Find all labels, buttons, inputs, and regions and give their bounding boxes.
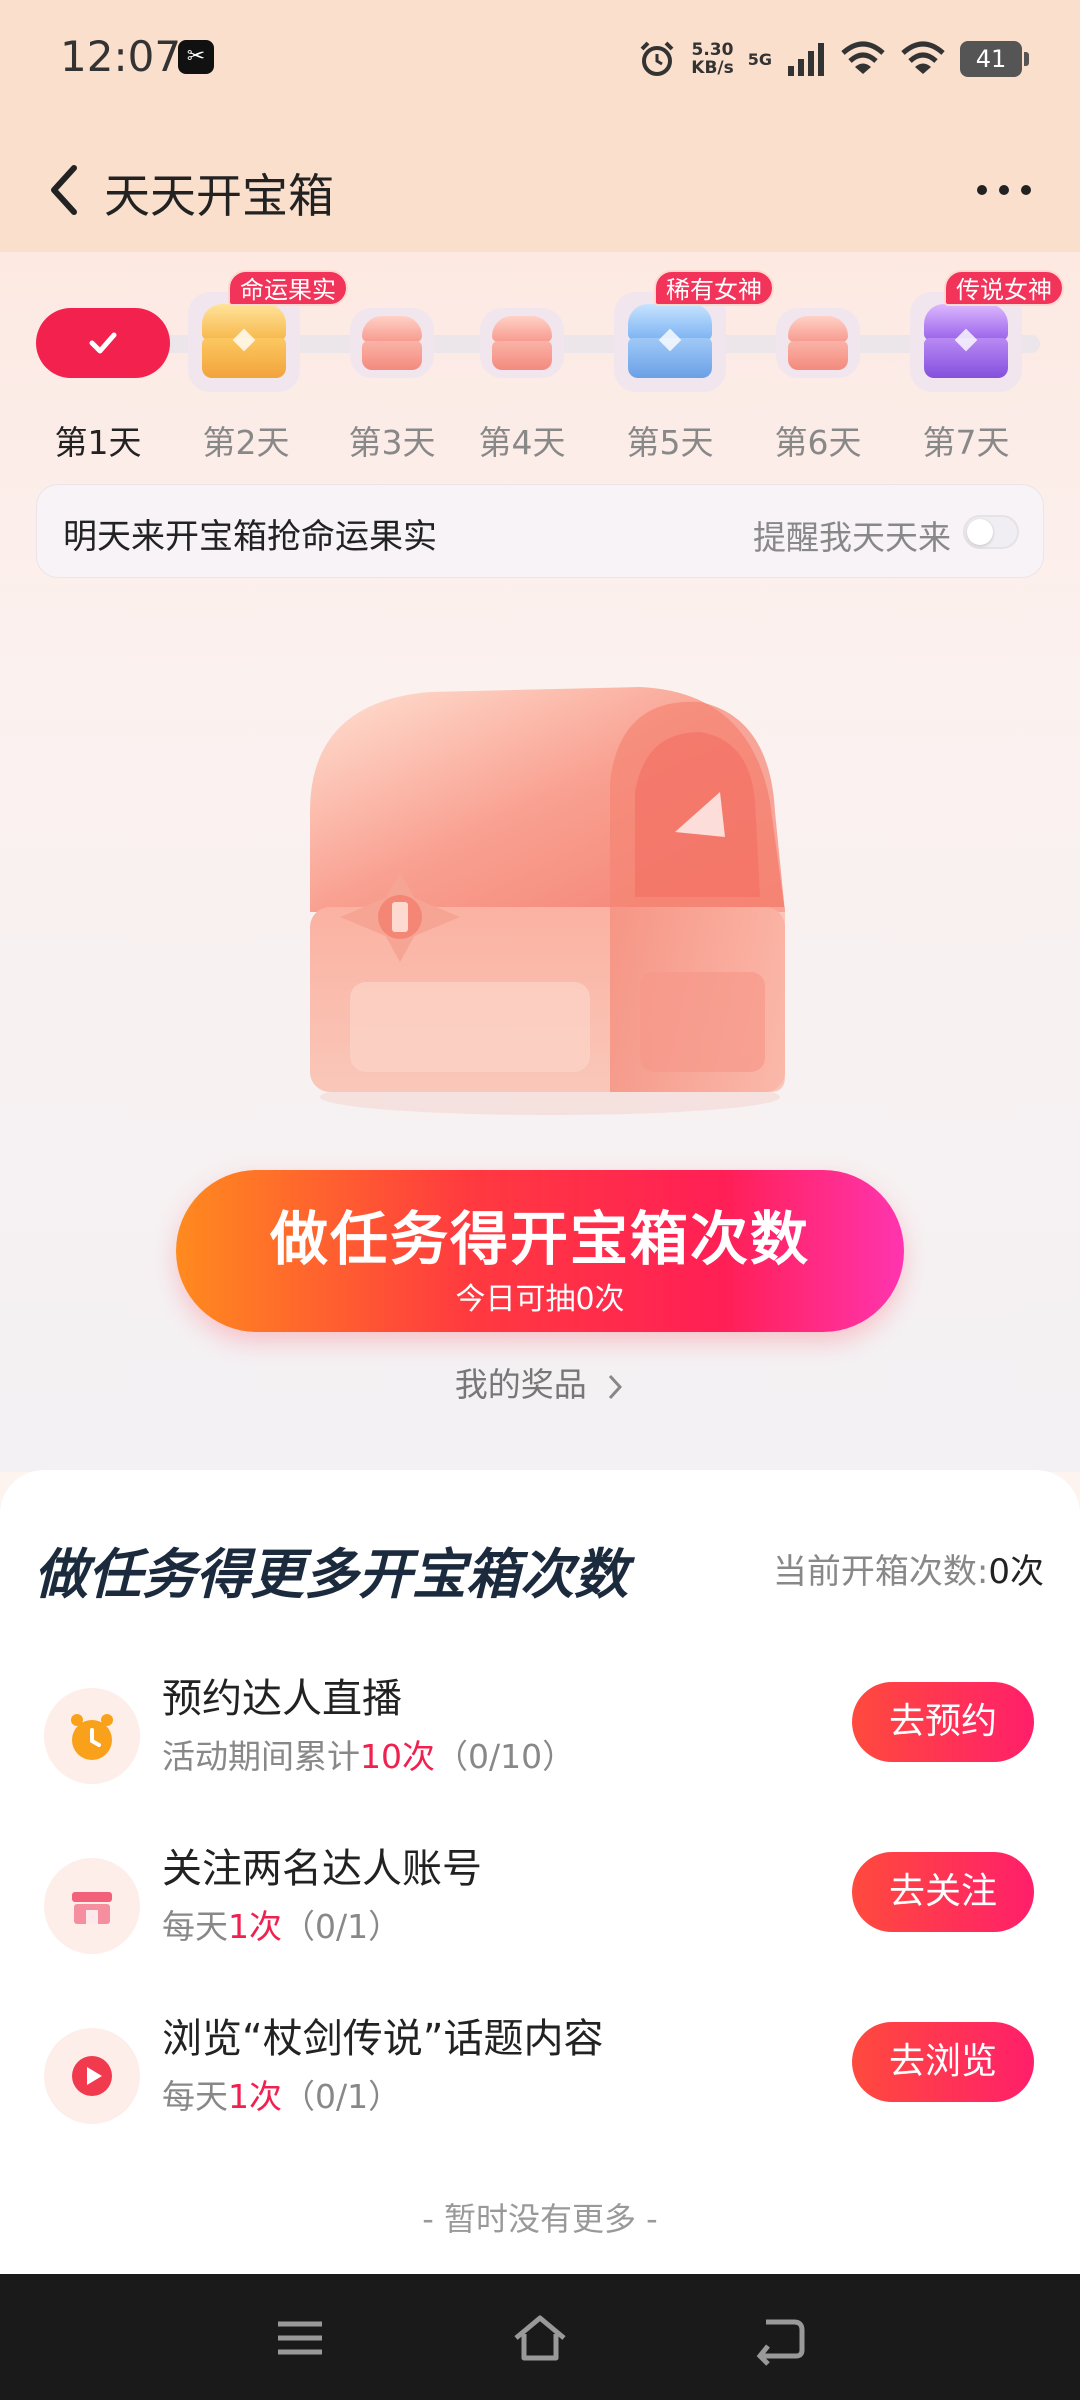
task-subtitle: 每天1次（0/1） [162,1900,401,1948]
task-row: 预约达人直播 活动期间累计10次（0/10） 去预约 [0,1658,1080,1798]
alarm-clock-icon [44,1688,140,1784]
reminder-bar: 明天来开宝箱抢命运果实 提醒我天天来 [36,484,1044,578]
purple-chest-icon [924,304,1008,378]
gold-chest-icon [202,304,286,378]
reminder-toggle-label: 提醒我天天来 [753,518,951,557]
day-3-label: 第3天 [348,423,436,462]
task-sub-highlight: 10次 [360,1737,435,1776]
top-area: 12:07 ✂ 5.30 KB/s 5G 41 天天开宝箱 [0,0,1080,252]
app-notification-icon: ✂ [178,40,214,74]
back-icon[interactable] [752,2310,808,2366]
system-nav-bar [0,2274,1080,2400]
speed-value: 5.30 [691,40,734,60]
browse-button[interactable]: 去浏览 [852,2022,1034,2102]
status-time: 12:07 [60,32,182,81]
task-sub-suffix: （0/1） [282,1907,402,1946]
task-sub-prefix: 活动期间累计 [162,1737,360,1776]
play-icon [44,2028,140,2124]
day-4-label: 第4天 [478,423,566,462]
my-prizes-link[interactable]: 我的奖品 [0,1358,1080,1406]
task-sub-highlight: 1次 [228,1907,282,1946]
open-count-label: 当前开箱次数: [772,1552,989,1592]
day-6-label: 第6天 [774,423,862,462]
network-speed: 5.30 KB/s [691,41,733,77]
pink-chest-icon [492,316,552,370]
pink-chest-icon [788,316,848,370]
chevron-right-icon [609,1374,623,1399]
task-subtitle: 活动期间累计10次（0/10） [162,1730,575,1778]
cta-subtitle: 今日可抽0次 [455,1282,625,1317]
day-1-label: 第1天 [54,423,142,462]
menu-icon[interactable] [272,2310,328,2366]
store-icon [44,1858,140,1954]
task-title: 预约达人直播 [162,1676,402,1722]
alarm-icon [640,41,674,76]
reminder-toggle[interactable] [963,515,1019,549]
home-icon[interactable] [512,2310,568,2366]
task-row: 关注两名达人账号 每天1次（0/1） 去关注 [0,1828,1080,1968]
tasks-section-title: 做任务得更多开宝箱次数 [34,1543,628,1606]
network-type: 5G [747,49,772,69]
do-tasks-cta-button[interactable]: 做任务得开宝箱次数 今日可抽0次 [176,1170,904,1332]
day-5-label: 第5天 [626,423,714,462]
back-arrow-icon[interactable] [44,162,84,218]
day-7-reward-tag: 传说女神 [944,270,1064,306]
task-row: 浏览“杖剑传说”话题内容 每天1次（0/1） 去浏览 [0,1998,1080,2138]
battery-icon: 41 [960,41,1029,77]
my-prizes-label: 我的奖品 [454,1365,587,1404]
task-subtitle: 每天1次（0/1） [162,2070,401,2118]
page-title: 天天开宝箱 [104,169,334,223]
pink-chest-icon [362,316,422,370]
task-sub-prefix: 每天 [162,2077,228,2116]
day-2-reward-tag: 命运果实 [228,270,348,306]
wifi-icon [841,41,885,74]
follow-button[interactable]: 去关注 [852,1852,1034,1932]
reserve-button[interactable]: 去预约 [852,1682,1034,1762]
check-icon [81,321,125,365]
open-count-value: 0次 [988,1552,1044,1592]
task-title: 关注两名达人账号 [162,1846,482,1892]
app-header: 天天开宝箱 [0,140,1080,240]
task-sub-prefix: 每天 [162,1907,228,1946]
task-sub-highlight: 1次 [228,2077,282,2116]
cta-title: 做任务得开宝箱次数 [269,1205,810,1273]
treasure-chest-illustration[interactable] [280,662,820,1122]
task-sub-suffix: （0/1） [282,2077,402,2116]
more-dots-icon[interactable] [974,180,1034,200]
day-5-reward-tag: 稀有女神 [654,270,774,306]
status-icons: 5.30 KB/s 5G 41 [637,34,1029,84]
reminder-text: 明天来开宝箱抢命运果实 [63,517,437,557]
no-more-footer: - 暂时没有更多 - [422,2200,658,2238]
wifi-icon-secondary [901,41,945,74]
task-title: 浏览“杖剑传说”话题内容 [162,2016,604,2062]
day-2-label: 第2天 [202,423,290,462]
main-content: 命运果实 稀有女神 传说女神 第1天 第2天 第3天 第4天 第5天 第6天 第… [0,252,1080,1472]
tasks-sheet: 做任务得更多开宝箱次数 当前开箱次数:0次 预约达人直播 活动期间累计10次（0… [0,1470,1080,2274]
status-bar: 12:07 ✂ 5.30 KB/s 5G 41 [0,0,1080,115]
day-7-label: 第7天 [922,423,1010,462]
open-count: 当前开箱次数:0次 [773,1544,1044,1593]
task-sub-suffix: （0/10） [435,1737,576,1776]
toggle-knob [967,519,993,545]
signal-icon [788,43,824,76]
blue-chest-icon [628,304,712,378]
speed-unit: KB/s [691,58,734,78]
